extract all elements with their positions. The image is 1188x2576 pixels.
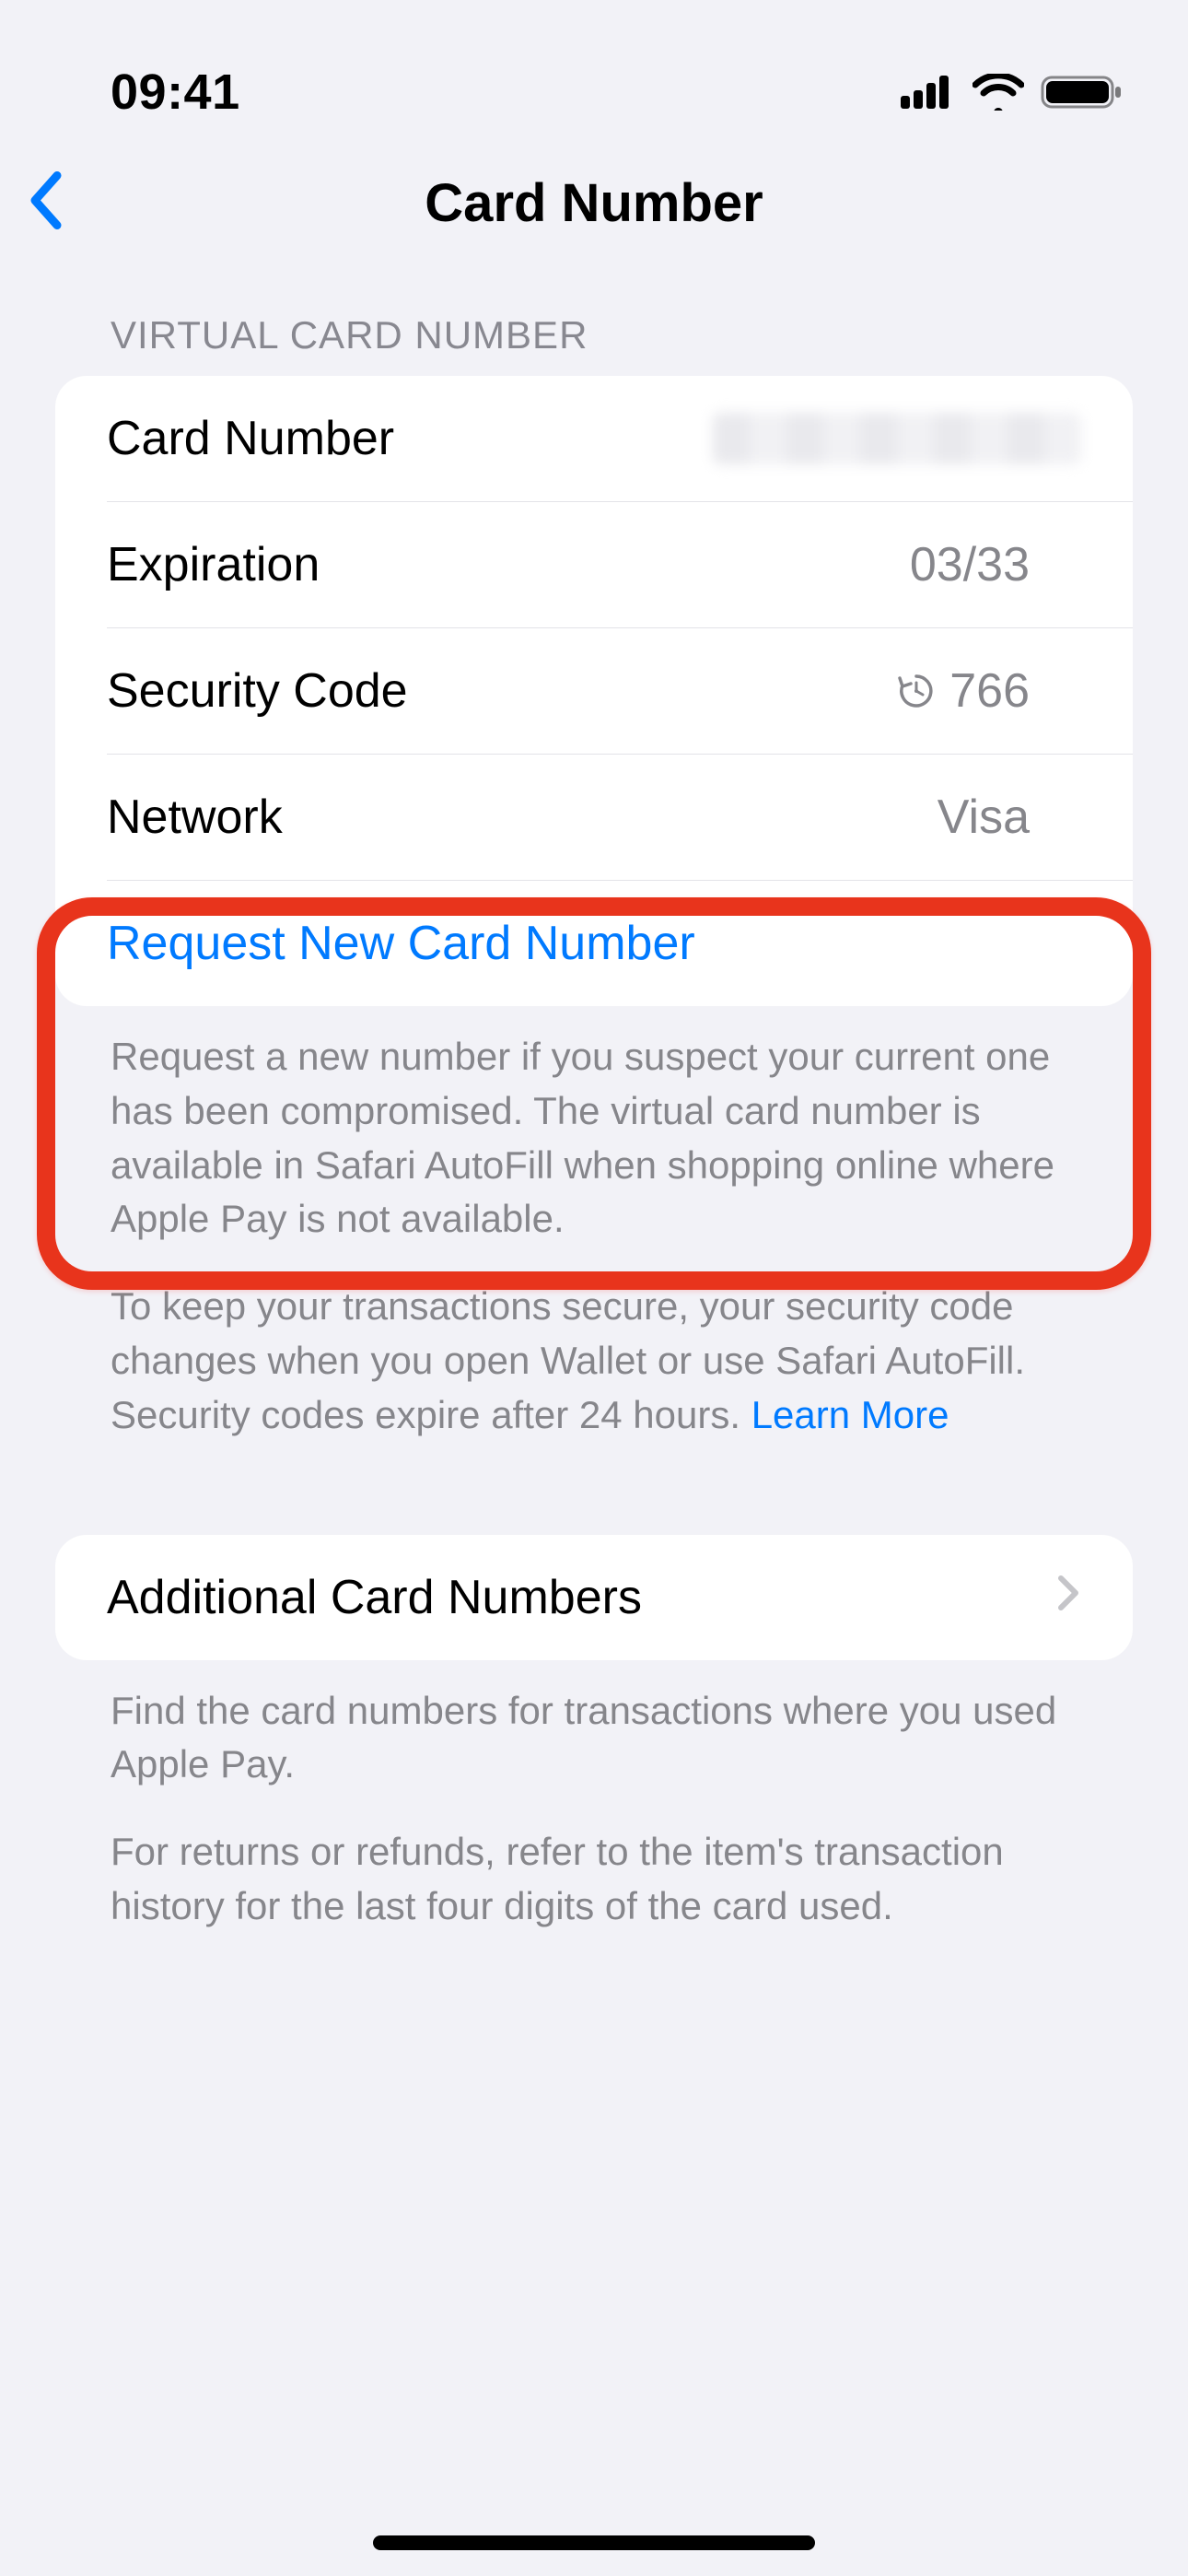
row-value — [713, 413, 1081, 464]
row-additional-card-numbers[interactable]: Additional Card Numbers — [55, 1535, 1133, 1660]
chevron-left-icon — [28, 170, 64, 231]
footer-additional-info-1: Find the card numbers for transactions w… — [55, 1660, 1133, 1793]
additional-card-group: Additional Card Numbers — [55, 1535, 1133, 1660]
request-new-card-button[interactable]: Request New Card Number — [107, 916, 695, 971]
section-header-virtual-card: VIRTUAL CARD NUMBER — [55, 313, 1133, 357]
battery-icon — [1041, 74, 1124, 111]
virtual-card-group: Card Number Expiration 03/33 Security Co… — [55, 376, 1133, 1006]
back-button[interactable] — [28, 170, 64, 236]
row-label: Expiration — [107, 537, 320, 592]
row-value: 03/33 — [910, 537, 1081, 592]
status-icons — [901, 74, 1124, 111]
home-indicator[interactable] — [373, 2535, 815, 2550]
row-value: Visa — [938, 790, 1081, 845]
row-network[interactable]: Network Visa — [107, 754, 1133, 880]
security-code-value: 766 — [949, 663, 1030, 719]
footer-compromised-info: Request a new number if you suspect your… — [55, 1006, 1133, 1247]
redacted-card-number — [713, 413, 1081, 464]
footer-security-info: To keep your transactions secure, your s… — [55, 1247, 1133, 1442]
nav-bar: Card Number — [0, 147, 1188, 258]
status-time: 09:41 — [111, 64, 240, 121]
row-expiration[interactable]: Expiration 03/33 — [107, 501, 1133, 627]
row-label: Security Code — [107, 663, 408, 719]
row-label: Additional Card Numbers — [107, 1570, 642, 1625]
row-value: 766 — [896, 663, 1081, 719]
cellular-icon — [901, 76, 956, 109]
refresh-icon — [896, 671, 937, 711]
row-card-number[interactable]: Card Number — [55, 376, 1133, 501]
status-bar: 09:41 — [0, 0, 1188, 147]
chevron-right-icon — [1055, 1570, 1081, 1625]
page-title: Card Number — [425, 172, 763, 234]
row-security-code[interactable]: Security Code 766 — [107, 627, 1133, 754]
wifi-icon — [973, 74, 1024, 111]
footer-additional-info-2: For returns or refunds, refer to the ite… — [55, 1792, 1133, 1934]
row-request-new-card[interactable]: Request New Card Number — [107, 880, 1133, 1006]
row-label: Network — [107, 790, 283, 845]
row-label: Card Number — [107, 411, 394, 466]
learn-more-link[interactable]: Learn More — [751, 1393, 949, 1436]
